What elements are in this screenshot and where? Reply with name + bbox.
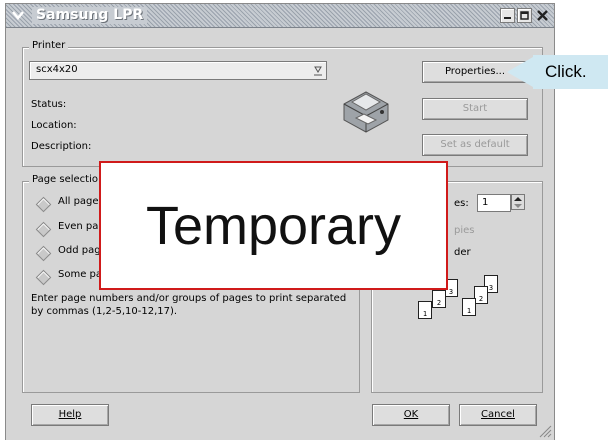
printer-select-value: scx4x20 <box>36 64 78 75</box>
copies-input[interactable]: 1 <box>477 194 511 212</box>
click-callout: Click. <box>533 55 608 89</box>
ok-button-label: OK <box>403 409 419 420</box>
collate-label: pies <box>454 225 475 236</box>
page-selection-legend: Page selectio <box>29 174 101 185</box>
reverse-order-label: der <box>454 247 471 258</box>
status-label: Status: <box>31 99 67 110</box>
spin-up-icon <box>514 197 522 208</box>
page-selection-hint: Enter page numbers and/or groups of page… <box>31 293 347 317</box>
title-bar[interactable]: Samsung LPR <box>6 4 554 28</box>
odd-pages-label: Odd pag <box>58 245 101 256</box>
maximize-icon <box>520 11 529 20</box>
printer-group-legend: Printer <box>29 40 69 51</box>
window-title: Samsung LPR <box>32 7 148 24</box>
location-label: Location: <box>31 120 77 131</box>
cancel-button-label: Cancel <box>481 409 515 420</box>
maximize-button[interactable] <box>517 8 532 23</box>
printer-select[interactable]: scx4x20 <box>29 61 327 80</box>
copies-spinner[interactable] <box>511 194 525 210</box>
minimize-icon <box>504 17 511 19</box>
close-icon <box>537 10 548 21</box>
callout-pointer <box>507 57 533 87</box>
help-button[interactable]: Help <box>31 404 109 426</box>
all-pages-label: All pages <box>58 196 104 207</box>
temporary-watermark: Temporary <box>99 161 448 290</box>
collate-page-2: 2 <box>432 290 446 308</box>
minimize-button[interactable] <box>500 8 515 23</box>
even-pages-label: Even pa <box>58 221 99 232</box>
collate-page-2b: 2 <box>474 286 488 304</box>
close-button[interactable] <box>535 8 550 23</box>
collate-page-1b: 1 <box>462 298 476 316</box>
help-button-label: Help <box>58 409 82 420</box>
collate-page-1: 1 <box>418 301 432 319</box>
resize-grip-icon[interactable] <box>536 424 552 438</box>
printer-icon <box>343 91 389 133</box>
dropdown-arrow-icon <box>314 66 322 76</box>
copies-label: es: <box>454 198 469 209</box>
description-label: Description: <box>31 141 92 152</box>
set-default-button[interactable]: Set as default <box>422 134 528 156</box>
window-menu-chevron-icon[interactable] <box>12 9 24 21</box>
cancel-button[interactable]: Cancel <box>459 404 537 426</box>
ok-button[interactable]: OK <box>372 404 450 426</box>
some-pages-label: Some pa <box>58 269 103 280</box>
start-button[interactable]: Start <box>422 98 528 120</box>
